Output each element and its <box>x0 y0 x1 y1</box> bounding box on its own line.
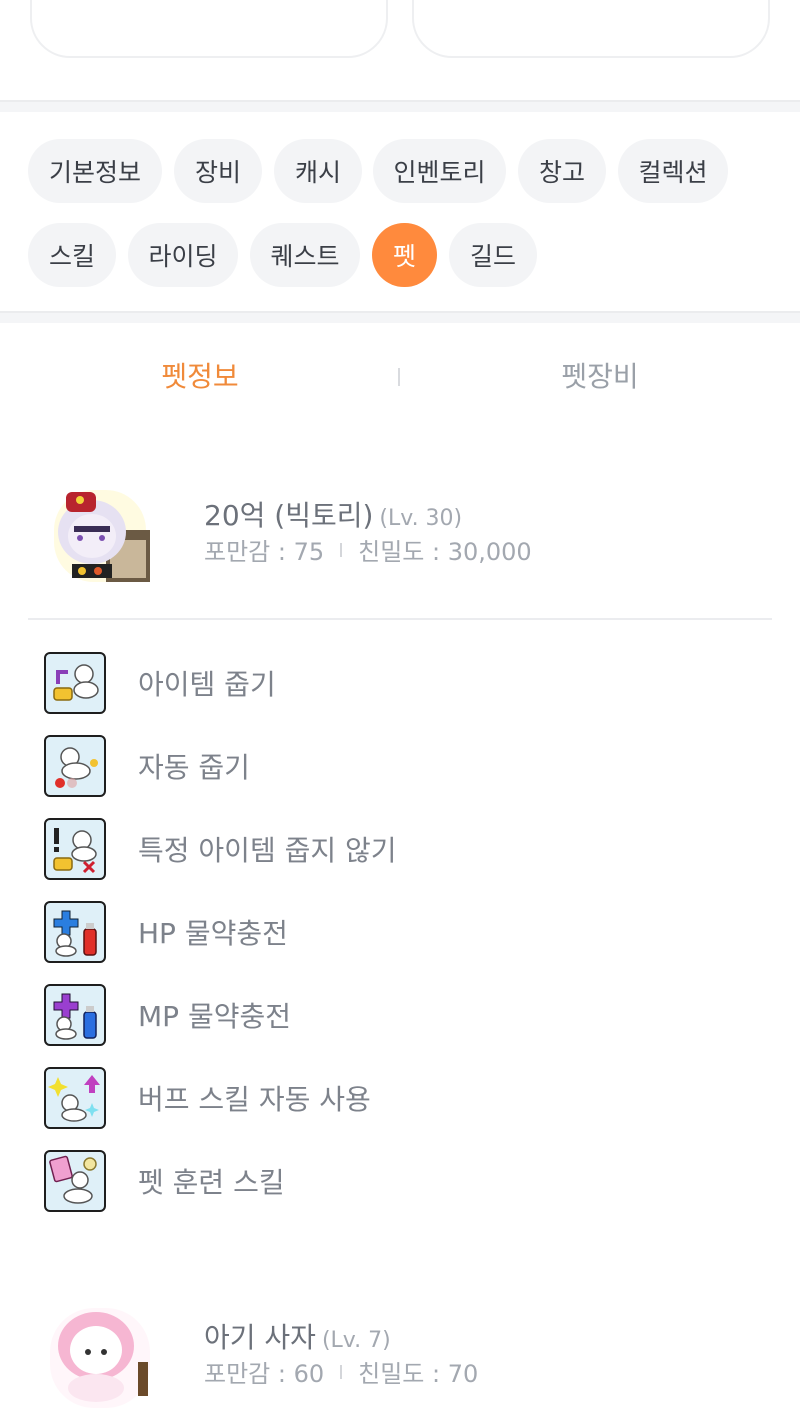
top-card-left[interactable] <box>30 0 388 58</box>
pet-fullness: 포만감 : 75 <box>204 538 325 566</box>
top-card-right[interactable] <box>412 0 770 58</box>
skill-item: 펫 훈련 스킬 <box>44 1150 285 1212</box>
skill-label: 버프 스킬 자동 사용 <box>138 1083 371 1116</box>
pet-subtabs: 펫정보 펫장비 <box>0 325 800 425</box>
section-divider <box>0 311 800 323</box>
tab-storage[interactable]: 창고 <box>518 139 606 203</box>
stat-divider <box>340 542 343 557</box>
tab-guild[interactable]: 길드 <box>449 223 537 287</box>
pet-intimacy: 친밀도 : 30,000 <box>358 538 532 566</box>
tab-riding[interactable]: 라이딩 <box>128 223 238 287</box>
tab-equipment[interactable]: 장비 <box>174 139 262 203</box>
pet-level: (Lv. 7) <box>321 1328 391 1353</box>
skill-label: 아이템 줍기 <box>138 668 276 701</box>
skill-item: MP 물약충전 <box>44 984 291 1046</box>
pet-name: 아기 사자 (Lv. 7) <box>204 1316 391 1356</box>
hp-potion-icon <box>44 901 106 963</box>
tab-cash[interactable]: 캐시 <box>274 139 362 203</box>
pet-name-text: 아기 사자 <box>204 1321 316 1354</box>
pet-stats: 포만감 : 75 친밀도 : 30,000 <box>204 532 532 567</box>
item-pickup-icon <box>44 652 106 714</box>
skill-item: 자동 줍기 <box>44 735 250 797</box>
tab-basic-info[interactable]: 기본정보 <box>28 139 162 203</box>
mp-potion-icon <box>44 984 106 1046</box>
pet-name-text: 20억 (빅토리) <box>204 499 374 532</box>
skill-label: HP 물약충전 <box>138 917 288 950</box>
pet-name: 20억 (빅토리) (Lv. 30) <box>204 494 462 534</box>
tab-skill[interactable]: 스킬 <box>28 223 116 287</box>
skill-label: 특정 아이템 줍지 않기 <box>138 834 397 867</box>
category-tabs: 기본정보 장비 캐시 인벤토리 창고 컬렉션 스킬 라이딩 퀘스트 펫 길드 <box>0 113 800 311</box>
subtab-pet-info[interactable]: 펫정보 <box>0 355 400 395</box>
skill-label: MP 물약충전 <box>138 1000 291 1033</box>
tab-collection[interactable]: 컬렉션 <box>618 139 728 203</box>
pet-divider <box>28 618 772 620</box>
skill-item: 특정 아이템 줍지 않기 <box>44 818 397 880</box>
section-divider <box>0 100 800 112</box>
tab-quest[interactable]: 퀘스트 <box>250 223 360 287</box>
tab-pet[interactable]: 펫 <box>372 223 437 287</box>
skill-label: 자동 줍기 <box>138 751 250 784</box>
subtab-pet-equipment[interactable]: 펫장비 <box>400 355 800 395</box>
skill-item: HP 물약충전 <box>44 901 288 963</box>
auto-buff-icon <box>44 1067 106 1129</box>
pet-level: (Lv. 30) <box>379 506 463 531</box>
baby-lion-pet-icon <box>44 1302 156 1414</box>
skill-item: 아이템 줍기 <box>44 652 276 714</box>
top-area <box>0 0 800 100</box>
pet-fullness: 포만감 : 60 <box>204 1360 325 1388</box>
victory-pet-icon <box>44 480 156 592</box>
stat-divider <box>340 1364 343 1379</box>
pet-intimacy: 친밀도 : 70 <box>358 1360 479 1388</box>
ignore-item-icon <box>44 818 106 880</box>
pet-training-icon <box>44 1150 106 1212</box>
pet-stats: 포만감 : 60 친밀도 : 70 <box>204 1354 478 1389</box>
skill-label: 펫 훈련 스킬 <box>138 1166 285 1199</box>
skill-item: 버프 스킬 자동 사용 <box>44 1067 371 1129</box>
auto-pickup-icon <box>44 735 106 797</box>
tab-inventory[interactable]: 인벤토리 <box>373 139 506 203</box>
